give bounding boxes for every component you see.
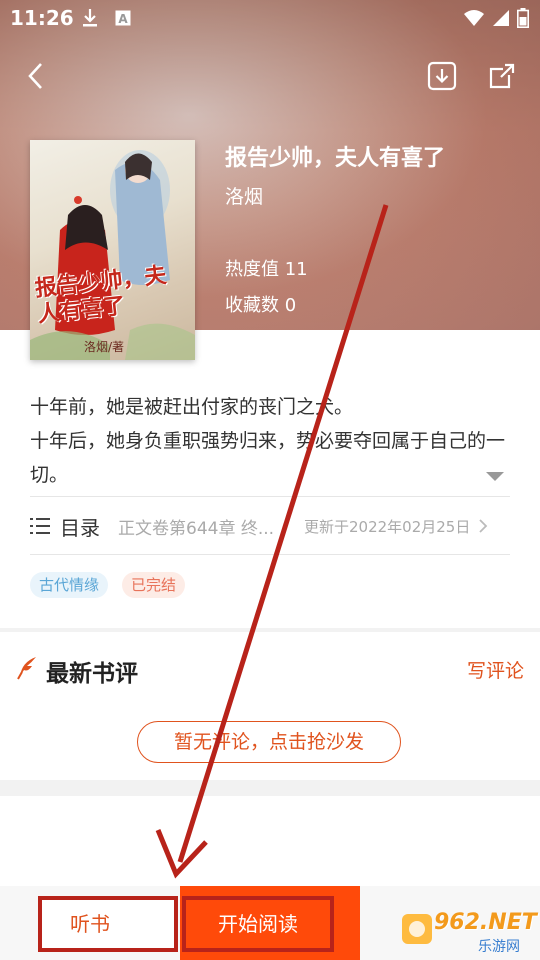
toc-label: 目录 <box>60 515 100 540</box>
battery-icon <box>516 8 530 28</box>
download-icon <box>427 61 457 91</box>
genre-tag[interactable]: 古代情缘 <box>30 572 109 598</box>
download-notification-icon <box>80 8 100 28</box>
book-title: 报告少帅，夫人有喜了 <box>225 146 446 171</box>
svg-text:A: A <box>118 12 128 26</box>
wifi-icon <box>462 8 486 28</box>
write-review-link[interactable]: 写评论 <box>467 656 524 683</box>
cover-illustration <box>30 150 195 360</box>
book-author[interactable]: 洛烟 <box>225 182 263 209</box>
lower-blank-area <box>0 796 540 886</box>
chevron-left-icon <box>28 63 42 89</box>
description-line: 十年后，她身负重职强势归来，势必要夺回属于自己的一切。 <box>30 430 506 486</box>
latest-chapter: 正文卷第644章 终... <box>118 518 275 539</box>
share-icon <box>489 63 515 89</box>
cover-author-text: 洛烟/著 <box>84 340 125 354</box>
divider <box>30 496 510 497</box>
list-icon <box>30 518 50 534</box>
status-tag[interactable]: 已完结 <box>122 572 186 598</box>
watermark-site-text: 962.NET <box>434 910 537 935</box>
book-cover[interactable]: 报告少帅，夫人有喜了 洛烟/著 <box>30 140 195 360</box>
quill-icon <box>17 657 36 680</box>
first-review-button[interactable]: 暂无评论，点击抢沙发 <box>137 721 401 763</box>
back-button[interactable] <box>18 58 54 94</box>
review-section-title: 最新书评 <box>46 661 138 687</box>
status-bar: 11:26 A <box>0 0 540 38</box>
favorites-count: 收藏数 0 <box>225 295 297 316</box>
divider <box>30 554 510 555</box>
download-button[interactable] <box>424 58 460 94</box>
book-description[interactable]: 十年前，她是被赶出付家的丧门之犬。 十年后，她身负重职强势归来，势必要夺回属于自… <box>30 390 510 492</box>
share-button[interactable] <box>484 58 520 94</box>
heat-value: 热度值 11 <box>225 259 308 280</box>
expand-description-icon[interactable] <box>486 472 504 481</box>
update-date: 更新于2022年02月25日 <box>304 517 471 536</box>
site-watermark: 962.NET 乐游网 <box>400 910 537 956</box>
description-line: 十年前，她是被赶出付家的丧门之犬。 <box>30 396 354 418</box>
app-notification-icon: A <box>114 8 132 28</box>
status-time: 11:26 <box>10 6 74 30</box>
table-of-contents-row[interactable]: 目录 正文卷第644章 终... 更新于2022年02月25日 <box>30 498 510 554</box>
top-toolbar <box>0 50 540 100</box>
signal-icon <box>492 8 510 28</box>
watermark-sub-text: 乐游网 <box>478 939 520 955</box>
chevron-right-icon <box>479 519 488 533</box>
start-reading-label: 开始阅读 <box>182 896 334 952</box>
listen-button[interactable]: 听书 <box>38 896 178 952</box>
